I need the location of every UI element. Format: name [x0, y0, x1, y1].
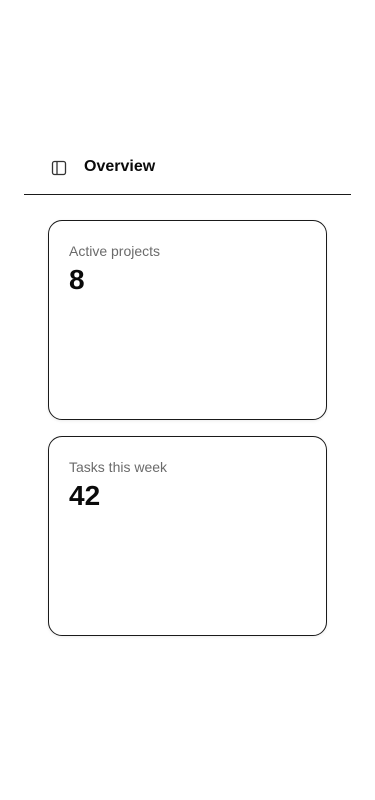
stats-list: Active projects 8 Tasks this week 42 — [48, 220, 327, 652]
page-title: Overview — [84, 158, 156, 175]
stat-card-tasks-this-week: Tasks this week 42 — [48, 436, 327, 636]
page-header: Overview — [24, 148, 351, 195]
sidebar-toggle-button[interactable] — [46, 155, 72, 181]
stat-label: Active projects — [69, 243, 161, 259]
stat-value: 42 — [69, 480, 101, 511]
sidebar-panel-icon — [51, 160, 67, 176]
stat-label: Tasks this week — [69, 459, 168, 475]
stat-card-active-projects: Active projects 8 — [48, 220, 327, 420]
stat-value: 8 — [69, 264, 85, 295]
